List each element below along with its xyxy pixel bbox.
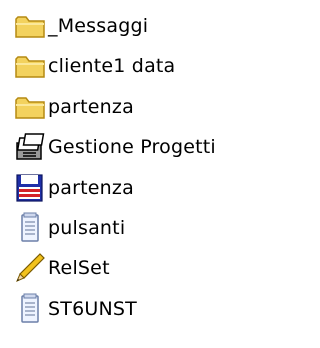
floppy-disk-icon (14, 172, 48, 204)
item-label: cliente1 data (48, 54, 176, 77)
folder-icon (14, 50, 48, 82)
list-item[interactable]: partenza (14, 169, 134, 206)
folder-icon (14, 10, 48, 42)
list-item[interactable]: Gestione Progetti (14, 128, 216, 165)
item-label: Gestione Progetti (48, 135, 216, 158)
card-index-icon (14, 131, 48, 163)
file-list: _Messaggi cliente1 data partenza Gestion… (0, 0, 272, 348)
list-item[interactable]: ST6UNST (14, 290, 137, 327)
item-label: ST6UNST (48, 297, 137, 320)
list-item[interactable]: _Messaggi (14, 7, 148, 44)
item-label: partenza (48, 95, 134, 118)
list-item[interactable]: cliente1 data (14, 47, 175, 84)
folder-icon (14, 91, 48, 123)
notepad-icon (14, 212, 48, 244)
pencil-icon (14, 252, 48, 284)
list-item[interactable]: pulsanti (14, 209, 125, 246)
notepad-icon (14, 293, 48, 325)
list-item[interactable]: RelSet (14, 249, 110, 286)
item-label: partenza (48, 176, 134, 199)
item-label: pulsanti (48, 216, 126, 239)
item-label: _Messaggi (48, 14, 149, 37)
list-item[interactable]: partenza (14, 88, 134, 125)
item-label: RelSet (48, 256, 110, 279)
